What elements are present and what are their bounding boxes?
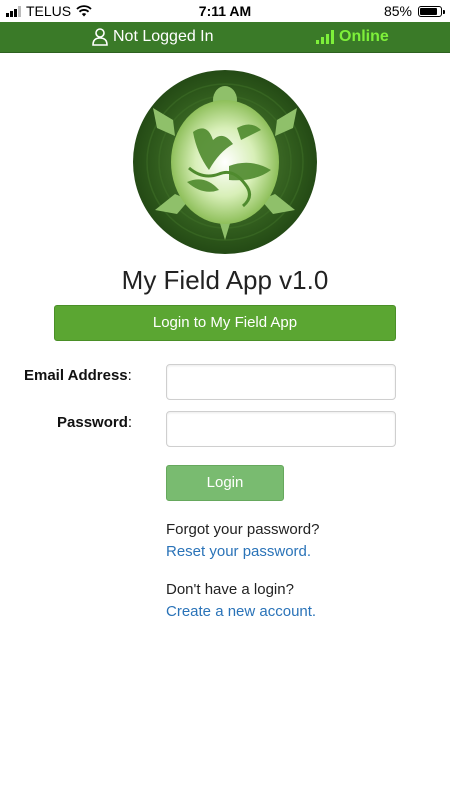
email-label-text: Email Address	[24, 367, 128, 384]
reset-password-link[interactable]: Reset your password.	[166, 543, 311, 560]
password-field[interactable]	[166, 411, 396, 447]
login-to-app-button[interactable]: Login to My Field App	[54, 305, 396, 341]
login-status[interactable]: Not Logged In	[92, 28, 214, 46]
network-status-text: Online	[339, 28, 389, 45]
app-title: My Field App v1.0	[121, 265, 329, 295]
status-bar: TELUS 7:11 AM 85%	[0, 0, 450, 22]
no-login-text: Don't have a login?	[166, 581, 294, 598]
password-label-colon: :	[127, 414, 133, 431]
login-button[interactable]: Login	[166, 465, 284, 501]
create-account-link[interactable]: Create a new account.	[166, 603, 316, 620]
app-top-bar: Not Logged In Online	[0, 22, 450, 53]
email-label-colon: :	[127, 367, 132, 384]
login-status-text: Not Logged In	[113, 28, 214, 45]
forgot-password-text: Forgot your password?	[166, 521, 320, 538]
turtle-logo-icon	[133, 70, 317, 254]
battery-percent: 85%	[383, 3, 412, 19]
email-field[interactable]	[166, 364, 396, 400]
email-label: Email Address:	[24, 367, 132, 384]
status-right: 85%	[383, 3, 445, 19]
battery-icon	[418, 5, 445, 17]
password-label-text: Password	[57, 414, 128, 431]
clock: 7:11 AM	[198, 3, 252, 19]
user-icon	[92, 28, 108, 46]
password-label: Password:	[57, 414, 132, 431]
signal-bars-icon	[316, 30, 334, 44]
network-status: Online	[316, 28, 389, 46]
